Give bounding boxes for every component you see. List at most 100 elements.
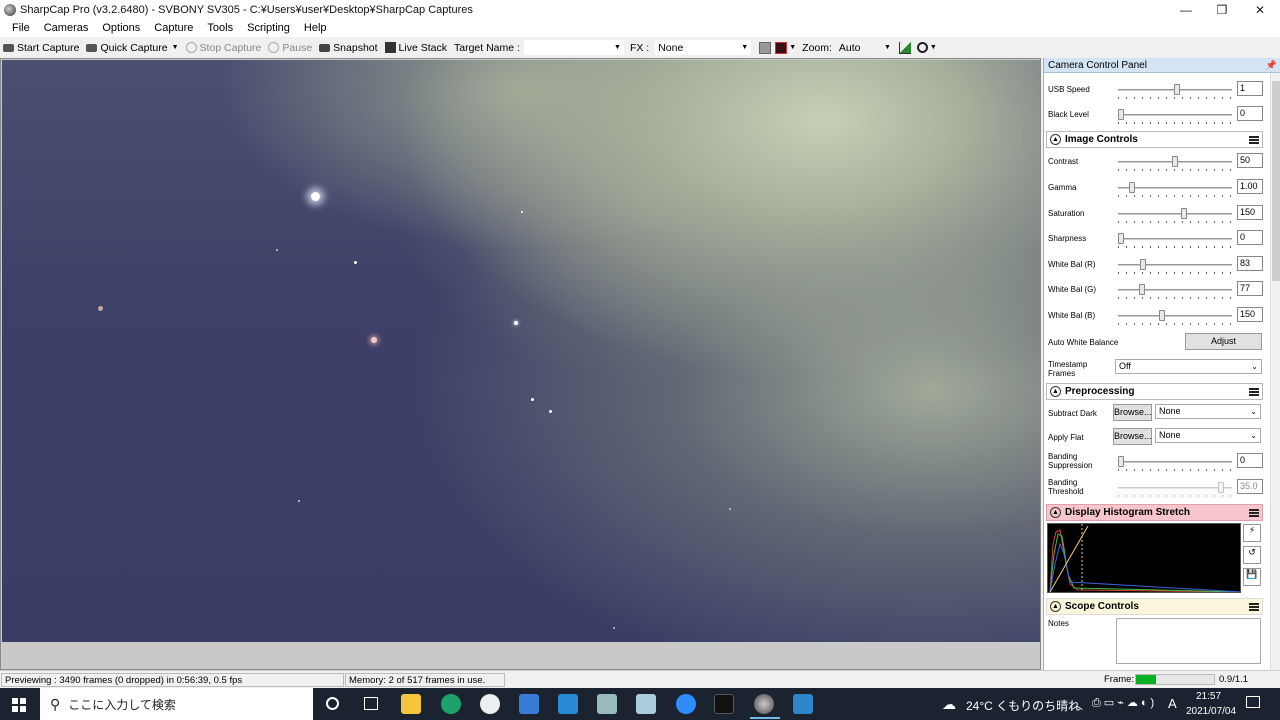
collapse-icon[interactable]: ▲ [1050,134,1061,145]
gamma-value[interactable]: 1.00 [1237,179,1263,194]
subtract-dark-browse-button[interactable]: Browse... [1113,404,1152,421]
notification-icon[interactable] [1246,696,1260,708]
menu-icon[interactable] [1249,136,1259,144]
windows-start-icon[interactable] [12,698,26,712]
app-icon[interactable] [597,694,617,714]
target-name-input[interactable]: ▼ [523,40,624,55]
white-bal-r-value[interactable]: 83 [1237,256,1263,271]
minimize-button[interactable]: — [1168,0,1204,19]
saturation-value[interactable]: 150 [1237,205,1263,220]
pause-button[interactable]: Pause [268,42,312,54]
chevron-down-icon[interactable]: ▼ [789,44,796,51]
menu-help[interactable]: Help [297,22,334,34]
sharpness-slider[interactable] [1118,233,1232,248]
white-bal-g-slider[interactable] [1118,284,1232,299]
scrollbar-thumb[interactable] [1272,81,1280,281]
collapse-icon[interactable]: ▲ [1050,507,1061,518]
collapse-icon[interactable]: ▲ [1050,601,1061,612]
white-bal-r-slider[interactable] [1118,259,1232,274]
histogram-header[interactable]: ▲ Display Histogram Stretch [1046,504,1263,521]
edge-icon[interactable] [441,694,461,714]
contrast-value[interactable]: 50 [1237,153,1263,168]
white-bal-b-slider[interactable] [1118,310,1232,325]
histogram-graph[interactable] [1047,523,1241,593]
banding-threshold-slider[interactable] [1118,482,1232,497]
store-icon[interactable] [519,694,539,714]
task-view-icon[interactable] [364,697,378,710]
panel-scrollbar[interactable] [1270,73,1280,670]
clock-date[interactable]: 2021/07/04 [1186,706,1236,717]
chevron-down-icon[interactable]: ▼ [172,44,179,51]
menu-tools[interactable]: Tools [200,22,240,34]
fx-select[interactable]: None ▼ [655,40,752,55]
black-level-slider[interactable] [1118,109,1232,124]
zoom-tool-icon[interactable] [916,42,928,53]
menu-file[interactable]: File [5,22,37,34]
menu-scripting[interactable]: Scripting [240,22,297,34]
contrast-slider[interactable] [1118,156,1232,171]
white-bal-b-value[interactable]: 150 [1237,307,1263,322]
app-icon[interactable] [714,694,734,714]
notes-textarea[interactable] [1116,618,1261,664]
reticle-icon[interactable] [759,41,772,54]
mail-icon[interactable] [558,694,578,714]
quick-capture-button[interactable]: Quick Capture ▼ [86,42,179,54]
menu-icon[interactable] [1249,388,1259,396]
stop-capture-button[interactable]: Stop Capture [185,42,261,54]
usb-speed-value[interactable]: 1 [1237,81,1263,96]
app-icon[interactable] [480,694,500,714]
menu-cameras[interactable]: Cameras [37,22,96,34]
usb-speed-slider[interactable] [1118,84,1232,99]
histogram-icon[interactable] [898,41,911,54]
collapse-icon[interactable]: ▲ [1050,386,1061,397]
live-stack-button[interactable]: Live Stack [384,42,447,54]
start-capture-button[interactable]: Start Capture [3,42,79,54]
white-bal-g-value[interactable]: 77 [1237,281,1263,296]
photos-icon[interactable] [793,694,813,714]
gamma-slider[interactable] [1118,182,1232,197]
banding-suppression-value[interactable]: 0 [1237,453,1263,468]
grid-overlay-icon[interactable] [775,41,788,54]
preprocessing-header[interactable]: ▲ Preprocessing [1046,383,1263,400]
banding-threshold-value[interactable]: 35.0 [1237,479,1263,494]
adjust-white-balance-button[interactable]: Adjust [1185,333,1262,350]
auto-stretch-icon[interactable]: ⚡ [1243,524,1261,542]
auto-white-balance-label: Auto White Balance [1048,338,1119,347]
file-explorer-icon[interactable] [401,694,421,714]
app-icon[interactable] [636,694,656,714]
zoom-select[interactable]: Auto ▼ [835,40,894,55]
sky-preview-image[interactable] [2,60,1040,642]
menu-capture[interactable]: Capture [147,22,200,34]
banding-suppression-slider[interactable] [1118,456,1232,471]
image-controls-header[interactable]: ▲ Image Controls [1046,131,1263,148]
menu-icon[interactable] [1249,509,1259,517]
clock-time[interactable]: 21:57 [1196,691,1221,702]
ime-indicator[interactable]: A [1168,696,1177,711]
taskbar-search-box[interactable]: ⚲ ここに入力して検索 [40,688,313,720]
timestamp-select[interactable]: Off ⌄ [1115,359,1262,374]
chevron-up-icon[interactable]: ︿ [1071,696,1083,713]
sharpness-value[interactable]: 0 [1237,230,1263,245]
weather-text[interactable]: 24°C くもりのち晴れ [966,697,1080,714]
close-button[interactable]: ✕ [1242,0,1278,19]
pin-icon[interactable]: 📌 [1266,58,1277,73]
save-icon[interactable]: 💾 [1243,568,1261,586]
image-viewer[interactable] [0,58,1041,670]
saturation-slider[interactable] [1118,208,1232,223]
sharpcap-taskbar-icon[interactable] [754,694,774,714]
snapshot-button[interactable]: Snapshot [319,42,378,54]
gamma-row: Gamma 1.00 [1048,177,1268,199]
chevron-down-icon[interactable]: ▼ [930,44,937,51]
zoom-app-icon[interactable] [676,694,696,714]
black-level-value[interactable]: 0 [1237,106,1263,121]
weather-icon[interactable]: ☁ [942,696,956,713]
apply-flat-select[interactable]: None ⌄ [1155,428,1261,443]
tray-icons[interactable]: ⎙▭⌁☁◐) [1092,696,1157,710]
reset-icon[interactable]: ↺ [1243,546,1261,564]
apply-flat-browse-button[interactable]: Browse... [1113,428,1152,445]
menu-icon[interactable] [1249,603,1259,611]
maximize-button[interactable]: ❐ [1204,0,1240,19]
cortana-icon[interactable] [326,697,339,710]
menu-options[interactable]: Options [95,22,147,34]
subtract-dark-select[interactable]: None ⌄ [1155,404,1261,419]
